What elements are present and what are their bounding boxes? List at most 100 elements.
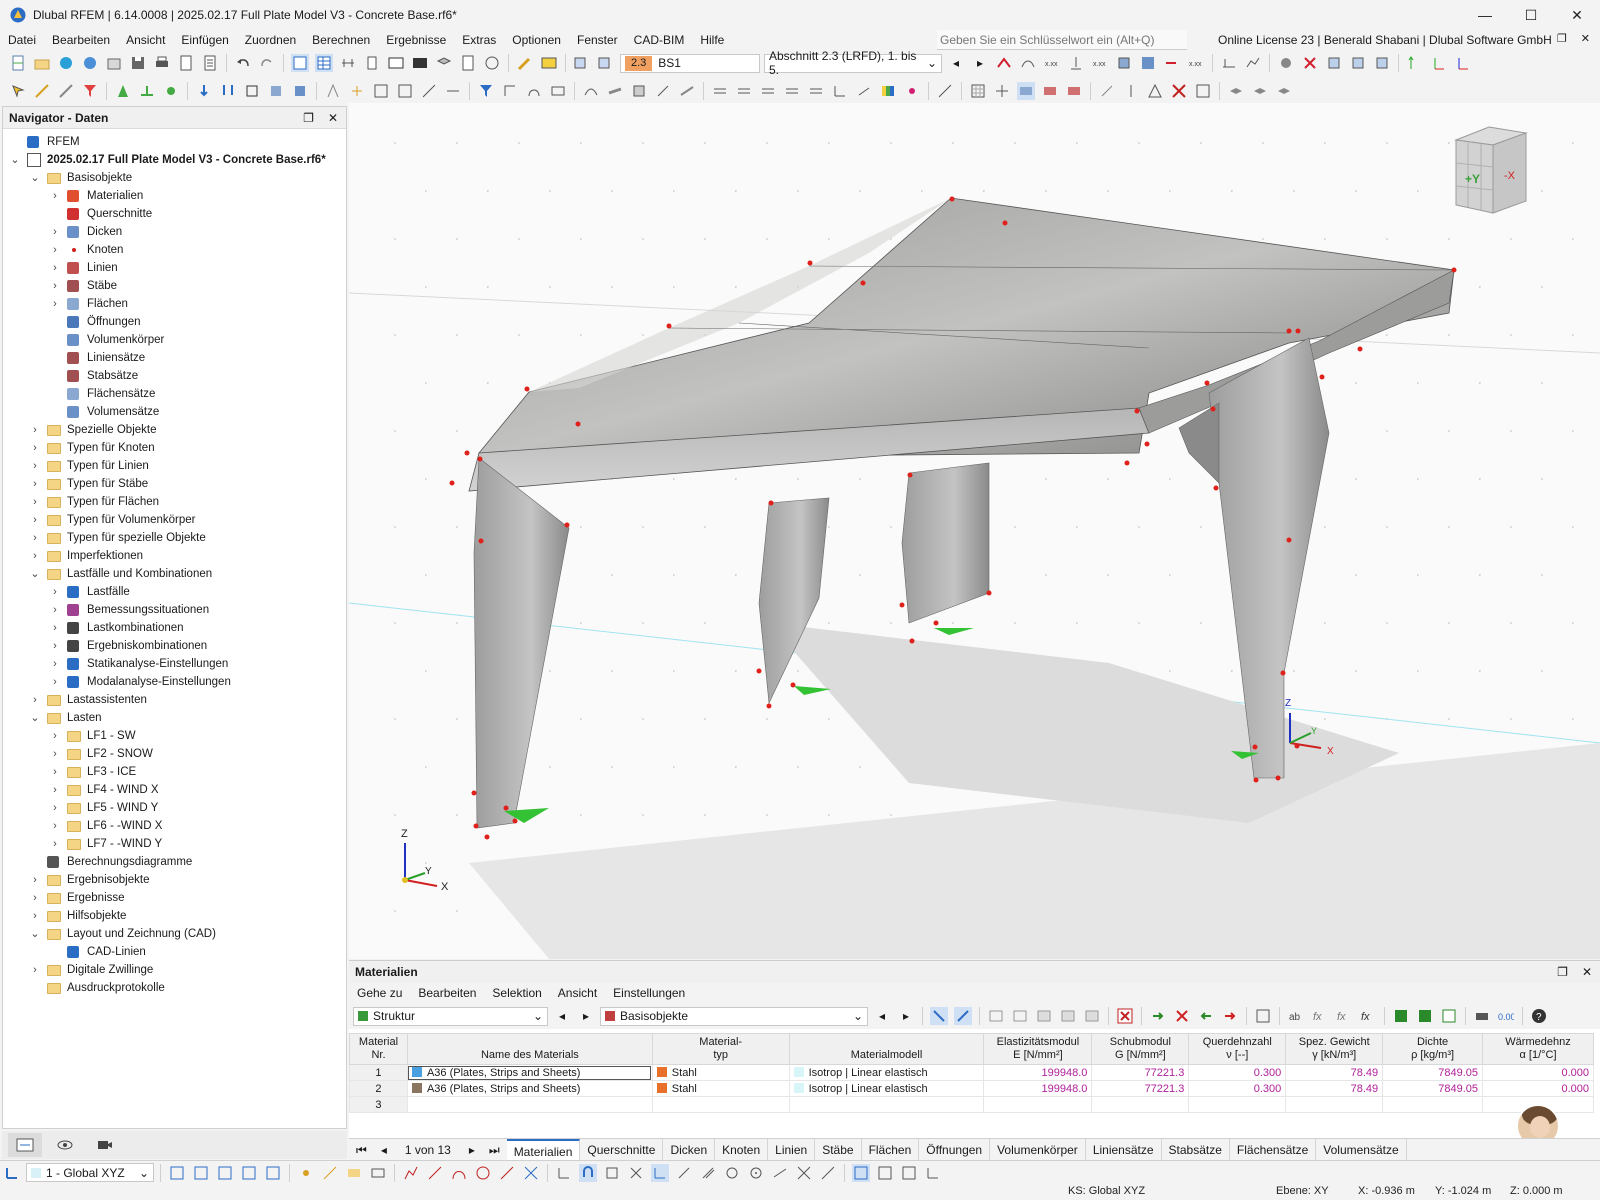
- draw-arc-icon[interactable]: [450, 1164, 468, 1182]
- cell-name[interactable]: A36 (Plates, Strips and Sheets): [406, 1080, 653, 1097]
- snap-parallel-icon[interactable]: [699, 1164, 717, 1182]
- first-page-icon[interactable]: ⏮: [349, 1139, 374, 1161]
- sync-view-icon[interactable]: [954, 1007, 972, 1025]
- search-input[interactable]: Geben Sie ein Schlüsselwort ein (Alt+Q): [937, 30, 1187, 50]
- dimension-icon[interactable]: [339, 54, 357, 72]
- nav-item-23[interactable]: › Imperfektionen: [3, 547, 346, 565]
- axis-xz-icon[interactable]: [1454, 54, 1472, 72]
- filter-icon[interactable]: [477, 82, 495, 100]
- prev-loadcase-icon[interactable]: ◂: [947, 54, 965, 72]
- panel-icon[interactable]: [363, 54, 381, 72]
- view-cube[interactable]: +Y -X: [1454, 126, 1528, 214]
- properties-icon[interactable]: [1194, 82, 1212, 100]
- export-excel-icon[interactable]: [1392, 1007, 1410, 1025]
- table-copy-icon[interactable]: [1035, 1007, 1053, 1025]
- display-lines-icon[interactable]: [582, 82, 600, 100]
- undo-icon[interactable]: [234, 54, 252, 72]
- nav-item-41[interactable]: › Ergebnisobjekte: [3, 871, 346, 889]
- menu-datei[interactable]: Datei: [0, 30, 44, 50]
- nav-item-21[interactable]: › Typen für Volumenkörper: [3, 511, 346, 529]
- chevron-right-icon[interactable]: ›: [49, 259, 61, 277]
- col-header-model[interactable]: Materialmodell: [788, 1033, 985, 1065]
- nav-item-13[interactable]: Stabsätze: [3, 367, 346, 385]
- prev-filter-icon[interactable]: ◂: [553, 1007, 571, 1025]
- view-box-icon[interactable]: [1373, 54, 1391, 72]
- menu-zuordnen[interactable]: Zuordnen: [237, 30, 304, 50]
- view-side-icon[interactable]: [759, 82, 777, 100]
- snap-cross-icon[interactable]: [627, 1164, 645, 1182]
- select-filter-icon[interactable]: [81, 82, 99, 100]
- nav-item-20[interactable]: › Typen für Flächen: [3, 493, 346, 511]
- cloud-icon[interactable]: [57, 54, 75, 72]
- chevron-right-icon[interactable]: ›: [49, 673, 61, 691]
- decimals-icon[interactable]: 0.00: [1497, 1007, 1515, 1025]
- nav-item-38[interactable]: › LF6 - -WIND X: [3, 817, 346, 835]
- next-loadcase-icon[interactable]: ▸: [971, 54, 989, 72]
- cell-model[interactable]: Isotrop | Linear elastisch: [788, 1064, 985, 1081]
- snap-surface-icon[interactable]: [240, 1164, 258, 1182]
- open-model-icon[interactable]: [33, 54, 51, 72]
- navigator-toggle-icon[interactable]: [291, 54, 309, 72]
- delete-cross-icon[interactable]: [1170, 82, 1188, 100]
- menu-cad-bim[interactable]: CAD-BIM: [626, 30, 693, 50]
- remove-icon[interactable]: [1173, 1007, 1191, 1025]
- cell-g[interactable]: 77221.3: [1091, 1064, 1190, 1081]
- cell-rho[interactable]: 7849.05: [1382, 1064, 1484, 1081]
- snap-perp-icon[interactable]: [819, 1164, 837, 1182]
- results-table-icon[interactable]: [1220, 54, 1238, 72]
- next-filter-icon[interactable]: ▸: [577, 1007, 595, 1025]
- tab-stabsaetze[interactable]: Stabsätze: [1162, 1138, 1230, 1161]
- nav-item-24[interactable]: ⌄ Lastfälle und Kombinationen: [3, 565, 346, 583]
- prev-object-icon[interactable]: ◂: [873, 1007, 891, 1025]
- copy-icon[interactable]: [1146, 82, 1164, 100]
- cell-nu[interactable]: [1188, 1096, 1287, 1113]
- materials-menu-edit[interactable]: Bearbeiten: [410, 983, 484, 1003]
- nav-item-33[interactable]: › LF1 - SW: [3, 727, 346, 745]
- nav-item-22[interactable]: › Typen für spezielle Objekte: [3, 529, 346, 547]
- menu-optionen[interactable]: Optionen: [504, 30, 569, 50]
- chevron-down-icon[interactable]: ⌄: [29, 925, 41, 943]
- materials-menu-view[interactable]: Ansicht: [550, 983, 605, 1003]
- chevron-down-icon[interactable]: ⌄: [29, 565, 41, 583]
- load-node-icon[interactable]: [195, 82, 213, 100]
- tab-flaechensaetze[interactable]: Flächensätze: [1230, 1138, 1317, 1161]
- col-header-alpha[interactable]: Wärmedehnz α [1/°C]: [1482, 1033, 1594, 1065]
- display-solids-icon[interactable]: [630, 82, 648, 100]
- nav-item-12[interactable]: Liniensätze: [3, 349, 346, 367]
- table-insert-row-icon[interactable]: [1011, 1007, 1029, 1025]
- col-header-name[interactable]: Name des Materials: [406, 1033, 653, 1065]
- mesh-refine-icon[interactable]: [396, 82, 414, 100]
- menu-berechnen[interactable]: Berechnen: [304, 30, 378, 50]
- cell-name[interactable]: [406, 1096, 653, 1113]
- chevron-right-icon[interactable]: ›: [49, 781, 61, 799]
- chevron-right-icon[interactable]: ›: [49, 835, 61, 853]
- menu-einfuegen[interactable]: Einfügen: [173, 30, 236, 50]
- snap-intersect-icon[interactable]: [795, 1164, 813, 1182]
- nav-item-35[interactable]: › LF3 - ICE: [3, 763, 346, 781]
- display-surfaces-icon[interactable]: [606, 82, 624, 100]
- tab-oeffnungen[interactable]: Öffnungen: [919, 1138, 991, 1161]
- nav-item-15[interactable]: Volumensätze: [3, 403, 346, 421]
- cell-type[interactable]: [651, 1096, 790, 1113]
- snap-circle-icon[interactable]: [723, 1164, 741, 1182]
- table-toggle-icon[interactable]: [315, 54, 333, 72]
- mesh-icon[interactable]: [372, 82, 390, 100]
- snap-point-icon[interactable]: [192, 1164, 210, 1182]
- cell-g[interactable]: [1091, 1096, 1190, 1113]
- chevron-right-icon[interactable]: ›: [29, 475, 41, 493]
- text-format-icon[interactable]: ab: [1287, 1007, 1305, 1025]
- select-area-icon[interactable]: [57, 82, 75, 100]
- nav-item-34[interactable]: › LF2 - SNOW: [3, 745, 346, 763]
- chevron-down-icon[interactable]: ⌄: [29, 169, 41, 187]
- new-model-icon[interactable]: [9, 54, 27, 72]
- cell-e[interactable]: 199948.0: [983, 1064, 1093, 1081]
- nav-item-4[interactable]: Querschnitte: [3, 205, 346, 223]
- render-wire-icon[interactable]: [1065, 82, 1083, 100]
- chevron-right-icon[interactable]: ›: [49, 637, 61, 655]
- animation-icon[interactable]: x.xx: [1187, 54, 1205, 72]
- cell-nu[interactable]: 0.300: [1188, 1064, 1287, 1081]
- redo-icon[interactable]: [258, 54, 276, 72]
- axis-yz-icon[interactable]: [1430, 54, 1448, 72]
- delete-row-icon[interactable]: [1116, 1007, 1134, 1025]
- cell-nr[interactable]: 2: [349, 1080, 408, 1097]
